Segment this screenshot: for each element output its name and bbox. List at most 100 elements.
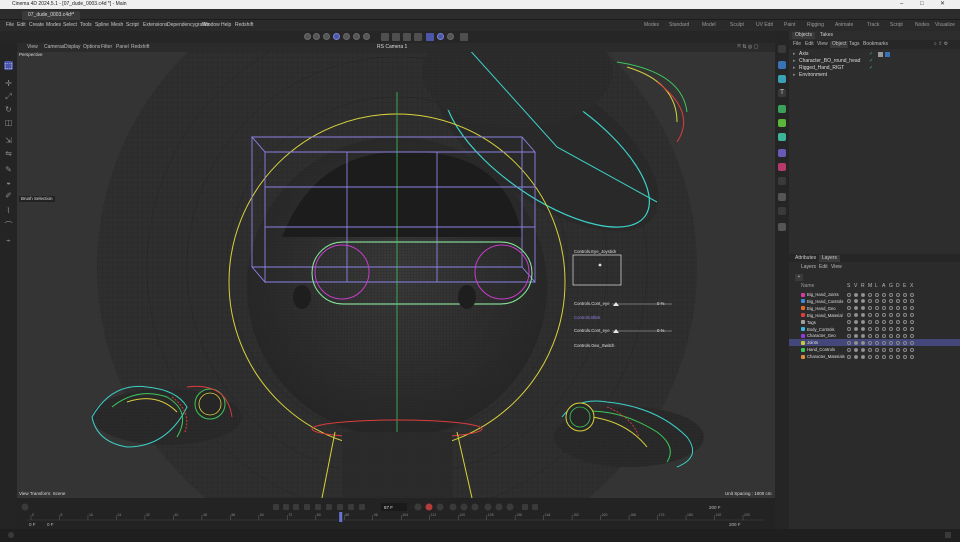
layer-flag-toggle-icon[interactable] bbox=[882, 354, 886, 359]
layer-flag-toggle-icon[interactable] bbox=[882, 333, 886, 338]
layer-flag-toggle-icon[interactable] bbox=[889, 299, 893, 304]
om-menu-bookmarks[interactable]: Bookmarks bbox=[863, 41, 888, 48]
om-menu-view[interactable]: View bbox=[817, 41, 828, 48]
layer-flag-toggle-icon[interactable] bbox=[910, 354, 914, 359]
tab-objects[interactable]: Objects bbox=[792, 32, 815, 39]
move-icon[interactable]: ✛ bbox=[4, 79, 13, 88]
layer-flag-toggle-icon[interactable] bbox=[868, 313, 872, 318]
expand-icon[interactable]: ▸ bbox=[793, 51, 796, 58]
layer-flag-toggle-icon[interactable] bbox=[910, 333, 914, 338]
menu-spline[interactable]: Spline bbox=[95, 20, 109, 31]
layer-flag-toggle-icon[interactable] bbox=[875, 292, 879, 297]
layer-flag-toggle-icon[interactable] bbox=[868, 347, 872, 352]
layer-flag-toggle-icon[interactable] bbox=[875, 333, 879, 338]
check-icon[interactable]: ✓ bbox=[869, 51, 873, 58]
layer-flag-toggle-icon[interactable] bbox=[903, 333, 907, 338]
layer-flag-toggle-icon[interactable] bbox=[896, 347, 900, 352]
layer-flag-toggle-icon[interactable] bbox=[861, 347, 865, 352]
layer-flag-toggle-icon[interactable] bbox=[882, 292, 886, 297]
text-icon[interactable]: T bbox=[778, 89, 786, 97]
new-document-tab[interactable]: + bbox=[70, 11, 74, 20]
layer-color-swatch[interactable] bbox=[801, 340, 805, 345]
viewport-menu-redshift[interactable]: Redshift bbox=[131, 43, 149, 52]
layer-flag-toggle-icon[interactable] bbox=[910, 292, 914, 297]
layer-flag-toggle-icon[interactable] bbox=[868, 340, 872, 345]
layer-flag-toggle-icon[interactable] bbox=[896, 340, 900, 345]
layer-flag-toggle-icon[interactable] bbox=[847, 320, 851, 325]
layer-flag-toggle-icon[interactable] bbox=[875, 306, 879, 311]
layer-row[interactable]: Big_Hand_Joints bbox=[789, 291, 960, 298]
layer-flag-toggle-icon[interactable] bbox=[910, 299, 914, 304]
layout-visualize[interactable]: Visualize bbox=[935, 20, 955, 31]
layer-flag-toggle-icon[interactable] bbox=[861, 333, 865, 338]
knife-icon[interactable]: ✎ bbox=[4, 165, 13, 174]
menu-window[interactable]: Window bbox=[202, 20, 220, 31]
menu-extensions[interactable]: Extensions bbox=[143, 20, 167, 31]
layer-color-swatch[interactable] bbox=[801, 347, 805, 352]
viewport-menu-cameras[interactable]: Cameras bbox=[44, 43, 64, 52]
layer-flag-toggle-icon[interactable] bbox=[861, 299, 865, 304]
layer-color-swatch[interactable] bbox=[801, 327, 805, 331]
layer-row[interactable]: Big_Hand_Controls bbox=[789, 298, 960, 305]
control-blink[interactable]: Controls.Blink bbox=[574, 315, 601, 321]
layer-flag-toggle-icon[interactable] bbox=[882, 299, 886, 304]
align-icon[interactable]: ⇲ bbox=[4, 136, 13, 145]
layout-script[interactable]: Script bbox=[890, 20, 903, 31]
end-frame-field[interactable]: 200 F bbox=[709, 504, 721, 511]
layer-flag-toggle-icon[interactable] bbox=[847, 299, 851, 304]
layer-flag-toggle-icon[interactable] bbox=[910, 313, 914, 318]
mirror-icon[interactable]: ⇋ bbox=[4, 149, 13, 158]
layer-flag-toggle-icon[interactable] bbox=[896, 320, 900, 325]
layer-flag-toggle-icon[interactable] bbox=[875, 340, 879, 345]
layer-flag-toggle-icon[interactable] bbox=[896, 292, 900, 297]
layer-flag-toggle-icon[interactable] bbox=[875, 327, 879, 331]
scene-icon[interactable] bbox=[778, 149, 786, 157]
cube-icon[interactable] bbox=[778, 45, 786, 53]
layer-flag-toggle-icon[interactable] bbox=[889, 354, 893, 359]
layout-standard[interactable]: Standard bbox=[669, 20, 689, 31]
field-icon[interactable] bbox=[778, 119, 786, 127]
layer-flag-toggle-icon[interactable] bbox=[854, 340, 858, 345]
layout-track[interactable]: Track bbox=[867, 20, 879, 31]
layer-flag-toggle-icon[interactable] bbox=[903, 340, 907, 345]
close-button[interactable]: ✕ bbox=[940, 0, 945, 9]
layer-color-swatch[interactable] bbox=[801, 299, 805, 304]
expand-icon[interactable]: ▸ bbox=[793, 72, 796, 79]
layout-rigging[interactable]: Rigging bbox=[807, 20, 824, 31]
layer-flag-toggle-icon[interactable] bbox=[861, 292, 865, 297]
object-row[interactable]: ▸ Character_BO_round_head ✓ bbox=[789, 58, 960, 65]
layer-flag-toggle-icon[interactable] bbox=[861, 340, 865, 345]
menu-help[interactable]: Help bbox=[221, 20, 231, 31]
layer-row[interactable]: Big_Hand_Material bbox=[789, 312, 960, 319]
layer-flag-toggle-icon[interactable] bbox=[861, 354, 865, 359]
viewport-menu-view[interactable]: View bbox=[27, 43, 38, 52]
menu-redshift[interactable]: Redshift bbox=[235, 20, 253, 31]
layer-flag-toggle-icon[interactable] bbox=[854, 320, 858, 325]
layer-flag-toggle-icon[interactable] bbox=[847, 306, 851, 311]
control-eye-joystick[interactable]: Controls.Eye_Joystick bbox=[574, 249, 616, 255]
object-row[interactable]: ▸ Environment bbox=[789, 72, 960, 79]
layout-nodes[interactable]: Nodes bbox=[915, 20, 929, 31]
layer-flag-toggle-icon[interactable] bbox=[903, 313, 907, 318]
layer-flag-toggle-icon[interactable] bbox=[847, 327, 851, 331]
transform-icon[interactable]: ◫ bbox=[4, 118, 13, 127]
tab-layers[interactable]: Layers bbox=[819, 255, 841, 262]
control-geo-switch[interactable]: Controls.Geo_Switch bbox=[574, 343, 614, 349]
layer-flag-toggle-icon[interactable] bbox=[910, 306, 914, 311]
object-row[interactable]: ▸ Axis ✓ bbox=[789, 51, 960, 58]
layer-row[interactable]: Body_Controls bbox=[789, 326, 960, 333]
start-frame-field[interactable]: 0 F bbox=[29, 521, 36, 528]
check-icon[interactable]: ✓ bbox=[869, 58, 873, 65]
menu-tools[interactable]: Tools bbox=[80, 20, 92, 31]
layer-row[interactable]: Tags bbox=[789, 319, 960, 326]
polygon-mode-icon[interactable] bbox=[363, 33, 370, 40]
layer-flag-toggle-icon[interactable] bbox=[896, 327, 900, 331]
material-icon[interactable] bbox=[778, 193, 786, 201]
layer-flag-toggle-icon[interactable] bbox=[868, 292, 872, 297]
viewport-camera-label[interactable]: RS Camera 1 bbox=[377, 43, 407, 52]
layer-flag-toggle-icon[interactable] bbox=[896, 306, 900, 311]
camera-icon[interactable] bbox=[778, 163, 786, 171]
control-cont-eye-2[interactable]: Controls.Cont_eye bbox=[574, 328, 610, 334]
layer-flag-toggle-icon[interactable] bbox=[847, 354, 851, 359]
paint-icon[interactable]: ⌇ bbox=[4, 206, 13, 215]
